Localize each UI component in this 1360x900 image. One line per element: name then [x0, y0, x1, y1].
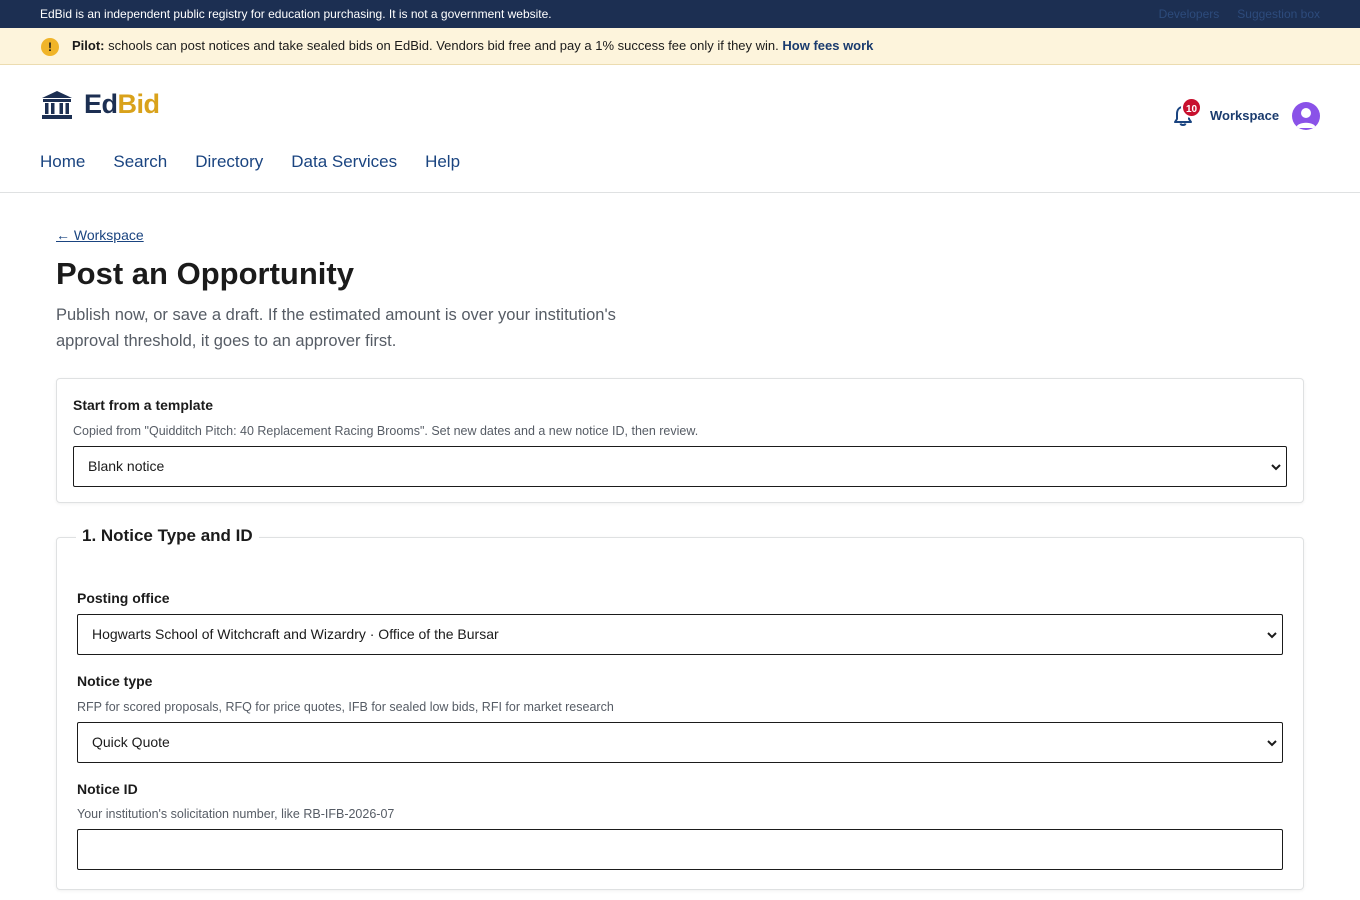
notification-badge: 10 — [1181, 97, 1202, 118]
how-fees-work-link[interactable]: How fees work — [782, 38, 873, 53]
pilot-banner: ! Pilot: schools can post notices and ta… — [0, 28, 1360, 65]
brand-bid: Bid — [117, 89, 161, 119]
notice-type-label: Notice type — [77, 673, 153, 689]
notice-id-hint: Your institution's solicitation number, … — [77, 807, 395, 821]
nav-directory[interactable]: Directory — [195, 152, 263, 172]
institution-logo-icon — [42, 90, 72, 119]
template-card: Start from a template Copied from "Quidd… — [56, 378, 1304, 503]
notice-type-hint: RFP for scored proposals, RFQ for price … — [77, 700, 614, 714]
notice-type-value: Quick Quote — [92, 734, 170, 750]
disclaimer-text: EdBid is an independent public registry … — [40, 7, 552, 21]
site-logo[interactable]: EdBid — [40, 89, 160, 120]
template-select-value: Blank notice — [88, 458, 165, 474]
page-lede: Publish now, or save a draft. If the est… — [56, 306, 616, 350]
notice-id-label: Notice ID — [77, 781, 138, 797]
site-header: EdBid 10 Workspace Home Search Directory… — [0, 65, 1360, 193]
notice-type-section: Posting office Hogwarts School of Witchc… — [56, 537, 1304, 890]
template-hint: Copied from "Quidditch Pitch: 40 Replace… — [73, 424, 699, 438]
nav-search[interactable]: Search — [113, 152, 167, 172]
suggestion-box-link[interactable]: Suggestion box — [1237, 7, 1320, 21]
workspace-link[interactable]: Workspace — [1210, 108, 1279, 123]
section-1-legend: 1. Notice Type and ID — [76, 526, 259, 546]
top-links: Developers Suggestion box — [1159, 7, 1320, 21]
developers-link[interactable]: Developers — [1159, 7, 1220, 21]
nav-help[interactable]: Help — [425, 152, 460, 172]
chevron-down-icon — [1267, 632, 1277, 639]
template-label: Start from a template — [73, 397, 214, 413]
notice-id-input[interactable] — [77, 829, 1283, 870]
main-nav: Home Search Directory Data Services Help — [40, 152, 460, 172]
pilot-message: Pilot: schools can post notices and take… — [72, 38, 873, 53]
chevron-down-icon — [1271, 464, 1281, 471]
posting-office-label: Posting office — [77, 590, 170, 606]
notice-type-select[interactable]: Quick Quote — [77, 722, 1283, 763]
pilot-text: schools can post notices and take sealed… — [108, 38, 779, 53]
nav-home[interactable]: Home — [40, 152, 85, 172]
page-title: Post an Opportunity — [56, 256, 354, 291]
pilot-label: Pilot: — [72, 38, 105, 53]
user-avatar-icon[interactable] — [1292, 102, 1320, 130]
chevron-down-icon — [1267, 740, 1277, 747]
template-select[interactable]: Blank notice — [73, 446, 1287, 487]
top-disclaimer-bar: EdBid is an independent public registry … — [0, 0, 1360, 28]
posting-office-value: Hogwarts School of Witchcraft and Wizard… — [92, 626, 499, 642]
brand-ed: Ed — [84, 89, 118, 119]
posting-office-select[interactable]: Hogwarts School of Witchcraft and Wizard… — [77, 614, 1283, 655]
warning-icon: ! — [41, 38, 59, 56]
brand-name: EdBid — [84, 89, 160, 120]
nav-data-services[interactable]: Data Services — [291, 152, 397, 172]
avatar-silhouette — [1296, 108, 1316, 128]
back-to-workspace-link[interactable]: ← Workspace — [56, 227, 144, 243]
